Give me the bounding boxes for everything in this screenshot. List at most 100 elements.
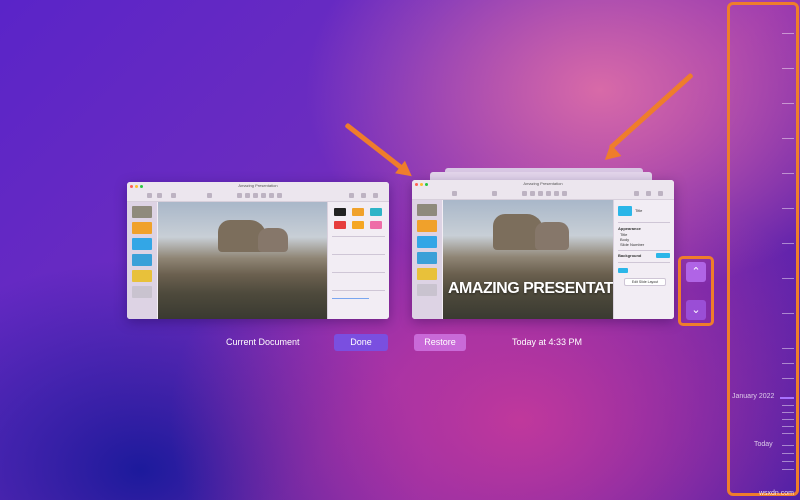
style-swatch[interactable] (370, 208, 382, 216)
version-timeline[interactable]: January 2022 Today (732, 8, 794, 490)
timeline-tick[interactable] (782, 412, 794, 413)
chevron-up-icon: ⌃ (691, 266, 701, 278)
window-titlebar: Amazing Presentation (127, 182, 389, 191)
layout-thumbnail[interactable] (618, 206, 632, 216)
timeline-tick[interactable] (782, 363, 794, 364)
timeline-tick[interactable] (782, 208, 794, 209)
style-swatch[interactable] (352, 221, 364, 229)
timeline-label-today: Today (754, 441, 773, 448)
slide-thumbnail[interactable] (417, 284, 437, 296)
timeline-tick[interactable] (782, 348, 794, 349)
layout-name: Title (635, 208, 643, 213)
slide-thumbnail[interactable] (417, 268, 437, 280)
slide-thumbnail[interactable] (132, 222, 152, 234)
background-color-well[interactable] (656, 253, 670, 258)
slide-thumbnail[interactable] (417, 252, 437, 264)
rock-formation-image (258, 228, 288, 252)
play-icon (207, 193, 212, 198)
next-version-button[interactable]: ⌄ (686, 300, 706, 320)
timeline-tick-selected[interactable] (780, 397, 794, 399)
rock-formation-image (535, 222, 569, 250)
shape-icon (546, 191, 551, 196)
edit-slide-layout-button[interactable]: Edit Slide Layout (624, 278, 666, 286)
animate-icon (361, 193, 366, 198)
opacity-slider[interactable] (332, 298, 369, 299)
chart-icon (245, 193, 250, 198)
divider (332, 254, 385, 255)
style-swatch[interactable] (334, 208, 346, 216)
timeline-tick[interactable] (782, 138, 794, 139)
text-icon (253, 193, 258, 198)
slide-thumbnail[interactable] (417, 236, 437, 248)
slide-canvas[interactable] (158, 202, 327, 319)
background-heading: Background (618, 253, 642, 258)
current-document-label: Current Document (226, 337, 300, 347)
timeline-tick[interactable] (782, 445, 794, 446)
divider (618, 262, 670, 263)
view-icon (147, 193, 152, 198)
slide-thumbnail[interactable] (132, 286, 152, 298)
document-icon (658, 191, 663, 196)
style-swatch[interactable] (352, 208, 364, 216)
appearance-heading: Appearance (618, 226, 641, 231)
divider (618, 250, 670, 251)
slide-thumbnail[interactable] (417, 204, 437, 216)
divider (332, 236, 385, 237)
divider (332, 290, 385, 291)
timeline-tick[interactable] (782, 433, 794, 434)
timeline-tick[interactable] (782, 33, 794, 34)
timeline-tick[interactable] (782, 453, 794, 454)
timeline-label-january-2022: January 2022 (732, 393, 775, 400)
text-icon (538, 191, 543, 196)
timeline-tick[interactable] (782, 461, 794, 462)
annotation-arrow (608, 72, 694, 150)
slide-thumbnail[interactable] (132, 206, 152, 218)
format-icon (349, 193, 354, 198)
window-toolbar (127, 191, 389, 202)
timeline-tick[interactable] (782, 278, 794, 279)
comment-icon (562, 191, 567, 196)
comment-icon (277, 193, 282, 198)
timeline-tick[interactable] (782, 103, 794, 104)
format-icon (634, 191, 639, 196)
watermark: wsxdn.com (758, 490, 794, 497)
timeline-tick[interactable] (782, 378, 794, 379)
annotation-arrow (344, 122, 403, 170)
play-icon (492, 191, 497, 196)
media-icon (554, 191, 559, 196)
timeline-tick[interactable] (782, 243, 794, 244)
timeline-tick[interactable] (782, 469, 794, 470)
slide-thumbnail[interactable] (132, 270, 152, 282)
shape-icon (261, 193, 266, 198)
chart-icon (530, 191, 535, 196)
slide-thumbnail[interactable] (132, 254, 152, 266)
style-swatch[interactable] (334, 221, 346, 229)
slide-thumbnail[interactable] (132, 238, 152, 250)
timeline-tick[interactable] (782, 405, 794, 406)
window-toolbar (412, 189, 674, 200)
slide-navigator (412, 200, 442, 319)
timeline-tick[interactable] (782, 426, 794, 427)
version-window[interactable]: Amazing Presentation AMAZING PRESENTATIO… (412, 180, 674, 319)
color-swatch[interactable] (618, 268, 628, 273)
slide-title-text: AMAZING PRESENTATION (448, 280, 641, 297)
current-document-window[interactable]: Amazing Presentation (127, 182, 389, 319)
divider (618, 222, 670, 223)
slide-thumbnail[interactable] (417, 220, 437, 232)
appearance-option[interactable]: Slide Number (620, 242, 644, 247)
done-button[interactable]: Done (334, 334, 388, 351)
window-title: Amazing Presentation (238, 183, 278, 188)
chevron-down-icon: ⌄ (691, 304, 701, 316)
timeline-tick[interactable] (782, 313, 794, 314)
timeline-tick[interactable] (782, 419, 794, 420)
previous-version-button[interactable]: ⌃ (686, 262, 706, 282)
view-icon (452, 191, 457, 196)
restore-button[interactable]: Restore (414, 334, 466, 351)
table-icon (237, 193, 242, 198)
style-swatch[interactable] (370, 221, 382, 229)
slide-canvas[interactable]: AMAZING PRESENTATION (443, 200, 641, 319)
version-timestamp: Today at 4:33 PM (512, 337, 583, 347)
timeline-tick[interactable] (782, 68, 794, 69)
timeline-tick[interactable] (782, 173, 794, 174)
media-icon (269, 193, 274, 198)
